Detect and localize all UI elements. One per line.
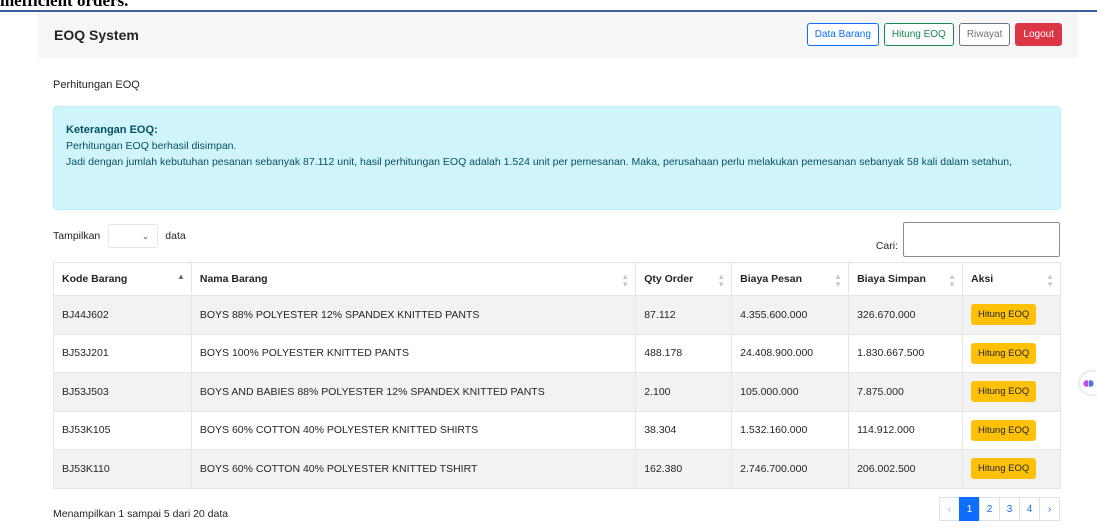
cell-biaya-simpan: 114.912.000 bbox=[848, 410, 964, 450]
header-nama-barang[interactable]: Nama Barang ▲ ▼ bbox=[190, 262, 637, 296]
table-row: BJ53J201 BOYS 100% POLYESTER KNITTED PAN… bbox=[53, 333, 1061, 373]
cell-qty: 2.100 bbox=[635, 372, 733, 412]
cell-nama: BOYS 60% COTTON 40% POLYESTER KNITTED SH… bbox=[190, 410, 637, 450]
cell-biaya-simpan: 206.002.500 bbox=[848, 449, 964, 489]
hitung-eoq-row-button[interactable]: Hitung EOQ bbox=[971, 342, 1037, 364]
hitung-eoq-row-button[interactable]: Hitung EOQ bbox=[971, 458, 1037, 480]
hitung-eoq-row-button[interactable]: Hitung EOQ bbox=[971, 304, 1037, 326]
cell-aksi: Hitung EOQ bbox=[962, 295, 1061, 335]
sort-icon: ▲ ▼ bbox=[717, 272, 726, 289]
cell-kode: BJ53J201 bbox=[53, 333, 192, 373]
show-suffix: data bbox=[165, 230, 186, 242]
header-biaya-pesan[interactable]: Biaya Pesan ▲ ▼ bbox=[731, 262, 850, 296]
pagination-page-2[interactable]: 2 bbox=[979, 497, 1000, 521]
sort-icon: ▲ ▼ bbox=[621, 272, 630, 289]
header-aksi[interactable]: Aksi ▲ ▼ bbox=[962, 262, 1061, 296]
cell-qty: 488.178 bbox=[635, 333, 733, 373]
logout-button[interactable]: Logout bbox=[1015, 23, 1062, 46]
table-info-text: Menampilkan 1 sampai 5 dari 20 data bbox=[53, 508, 229, 520]
pagination-prev[interactable]: ‹ bbox=[939, 497, 960, 521]
table-row: BJ53K105 BOYS 60% COTTON 40% POLYESTER K… bbox=[53, 410, 1061, 450]
sort-asc-icon: ▲ bbox=[176, 272, 185, 281]
cell-nama: BOYS 88% POLYESTER 12% SPANDEX KNITTED P… bbox=[190, 295, 637, 335]
page-length-select[interactable]: ⌄ bbox=[108, 224, 159, 248]
side-extension-widget[interactable] bbox=[1080, 372, 1097, 394]
pagination: ‹ 1 2 3 4 › bbox=[939, 497, 1060, 521]
header-biaya-simpan[interactable]: Biaya Simpan ▲ ▼ bbox=[848, 262, 964, 296]
sort-icon: ▲ ▼ bbox=[834, 272, 843, 289]
brand-title[interactable]: EOQ System bbox=[54, 27, 139, 43]
cell-biaya-pesan: 1.532.160.000 bbox=[731, 410, 850, 450]
cell-biaya-pesan: 2.746.700.000 bbox=[731, 449, 850, 489]
search-control: Cari: bbox=[876, 222, 1060, 257]
riwayat-button[interactable]: Riwayat bbox=[958, 23, 1011, 46]
cell-biaya-simpan: 7.875.000 bbox=[848, 372, 964, 412]
cell-biaya-pesan: 24.408.900.000 bbox=[731, 333, 850, 373]
cell-qty: 38.304 bbox=[635, 410, 733, 450]
items-table: Kode Barang ▲ Nama Barang ▲ ▼ Qty Order ▲ ▼ B… bbox=[53, 262, 1061, 489]
cell-kode: BJ53J503 bbox=[53, 372, 192, 412]
alert-heading: Keterangan EOQ: bbox=[66, 124, 158, 136]
cell-kode: BJ53K110 bbox=[53, 449, 192, 489]
header-kode-barang[interactable]: Kode Barang ▲ bbox=[53, 262, 192, 296]
alert-success-text: Perhitungan EOQ berhasil disimpan. bbox=[66, 140, 237, 152]
hitung-eoq-row-button[interactable]: Hitung EOQ bbox=[971, 381, 1037, 403]
cell-biaya-simpan: 326.670.000 bbox=[848, 295, 964, 335]
header-qty-order[interactable]: Qty Order ▲ ▼ bbox=[635, 262, 733, 296]
cell-aksi: Hitung EOQ bbox=[962, 333, 1061, 373]
sort-icon: ▲ ▼ bbox=[1046, 272, 1054, 289]
cell-aksi: Hitung EOQ bbox=[962, 372, 1061, 412]
table-row: BJ53K110 BOYS 60% COTTON 40% POLYESTER K… bbox=[53, 449, 1061, 489]
cell-nama: BOYS 60% COTTON 40% POLYESTER KNITTED TS… bbox=[190, 449, 637, 489]
hitung-eoq-row-button[interactable]: Hitung EOQ bbox=[971, 419, 1037, 441]
pagination-page-3[interactable]: 3 bbox=[999, 497, 1020, 521]
alert-result-text: Jadi dengan jumlah kebutuhan pesanan seb… bbox=[66, 156, 1013, 168]
cell-nama: BOYS AND BABIES 88% POLYESTER 12% SPANDE… bbox=[190, 372, 637, 412]
nav-actions: Data Barang Hitung EOQ Riwayat Logout bbox=[806, 23, 1062, 46]
search-input[interactable] bbox=[903, 222, 1060, 257]
cell-biaya-simpan: 1.830.667.500 bbox=[848, 333, 964, 373]
chevron-down-icon: ⌄ bbox=[141, 231, 150, 241]
page-length-control: Tampilkan ⌄ data bbox=[53, 224, 186, 248]
search-label: Cari: bbox=[875, 239, 898, 252]
show-label: Tampilkan bbox=[53, 230, 101, 242]
cell-kode: BJ53K105 bbox=[53, 410, 192, 450]
cell-aksi: Hitung EOQ bbox=[962, 410, 1061, 450]
cell-kode: BJ44J602 bbox=[53, 295, 192, 335]
cell-biaya-pesan: 105.000.000 bbox=[731, 372, 850, 412]
navbar: EOQ System Data Barang Hitung EOQ Riwaya… bbox=[38, 12, 1078, 58]
eoq-info-alert: Keterangan EOQ: Perhitungan EOQ berhasil… bbox=[53, 106, 1061, 210]
pagination-page-4[interactable]: 4 bbox=[1019, 497, 1040, 521]
page-title: Perhitungan EOQ bbox=[53, 79, 140, 91]
cell-aksi: Hitung EOQ bbox=[962, 449, 1061, 489]
pagination-page-1[interactable]: 1 bbox=[959, 497, 980, 521]
data-barang-button[interactable]: Data Barang bbox=[806, 23, 879, 46]
table-row: BJ44J602 BOYS 88% POLYESTER 12% SPANDEX … bbox=[53, 295, 1061, 335]
hitung-eoq-nav-button[interactable]: Hitung EOQ bbox=[883, 23, 954, 46]
sort-icon: ▲ ▼ bbox=[948, 272, 957, 289]
cell-nama: BOYS 100% POLYESTER KNITTED PANTS bbox=[190, 333, 637, 373]
cell-qty: 87.112 bbox=[635, 295, 733, 335]
pagination-next[interactable]: › bbox=[1039, 497, 1060, 521]
table-row: BJ53J503 BOYS AND BABIES 88% POLYESTER 1… bbox=[53, 372, 1061, 412]
cell-qty: 162.380 bbox=[635, 449, 733, 489]
brain-icon bbox=[1083, 379, 1094, 387]
table-header-row: Kode Barang ▲ Nama Barang ▲ ▼ Qty Order ▲ ▼ B… bbox=[53, 262, 1061, 296]
items-table-wrapper: Kode Barang ▲ Nama Barang ▲ ▼ Qty Order ▲ ▼ B… bbox=[53, 262, 1061, 489]
cell-biaya-pesan: 4.355.600.000 bbox=[731, 295, 850, 335]
